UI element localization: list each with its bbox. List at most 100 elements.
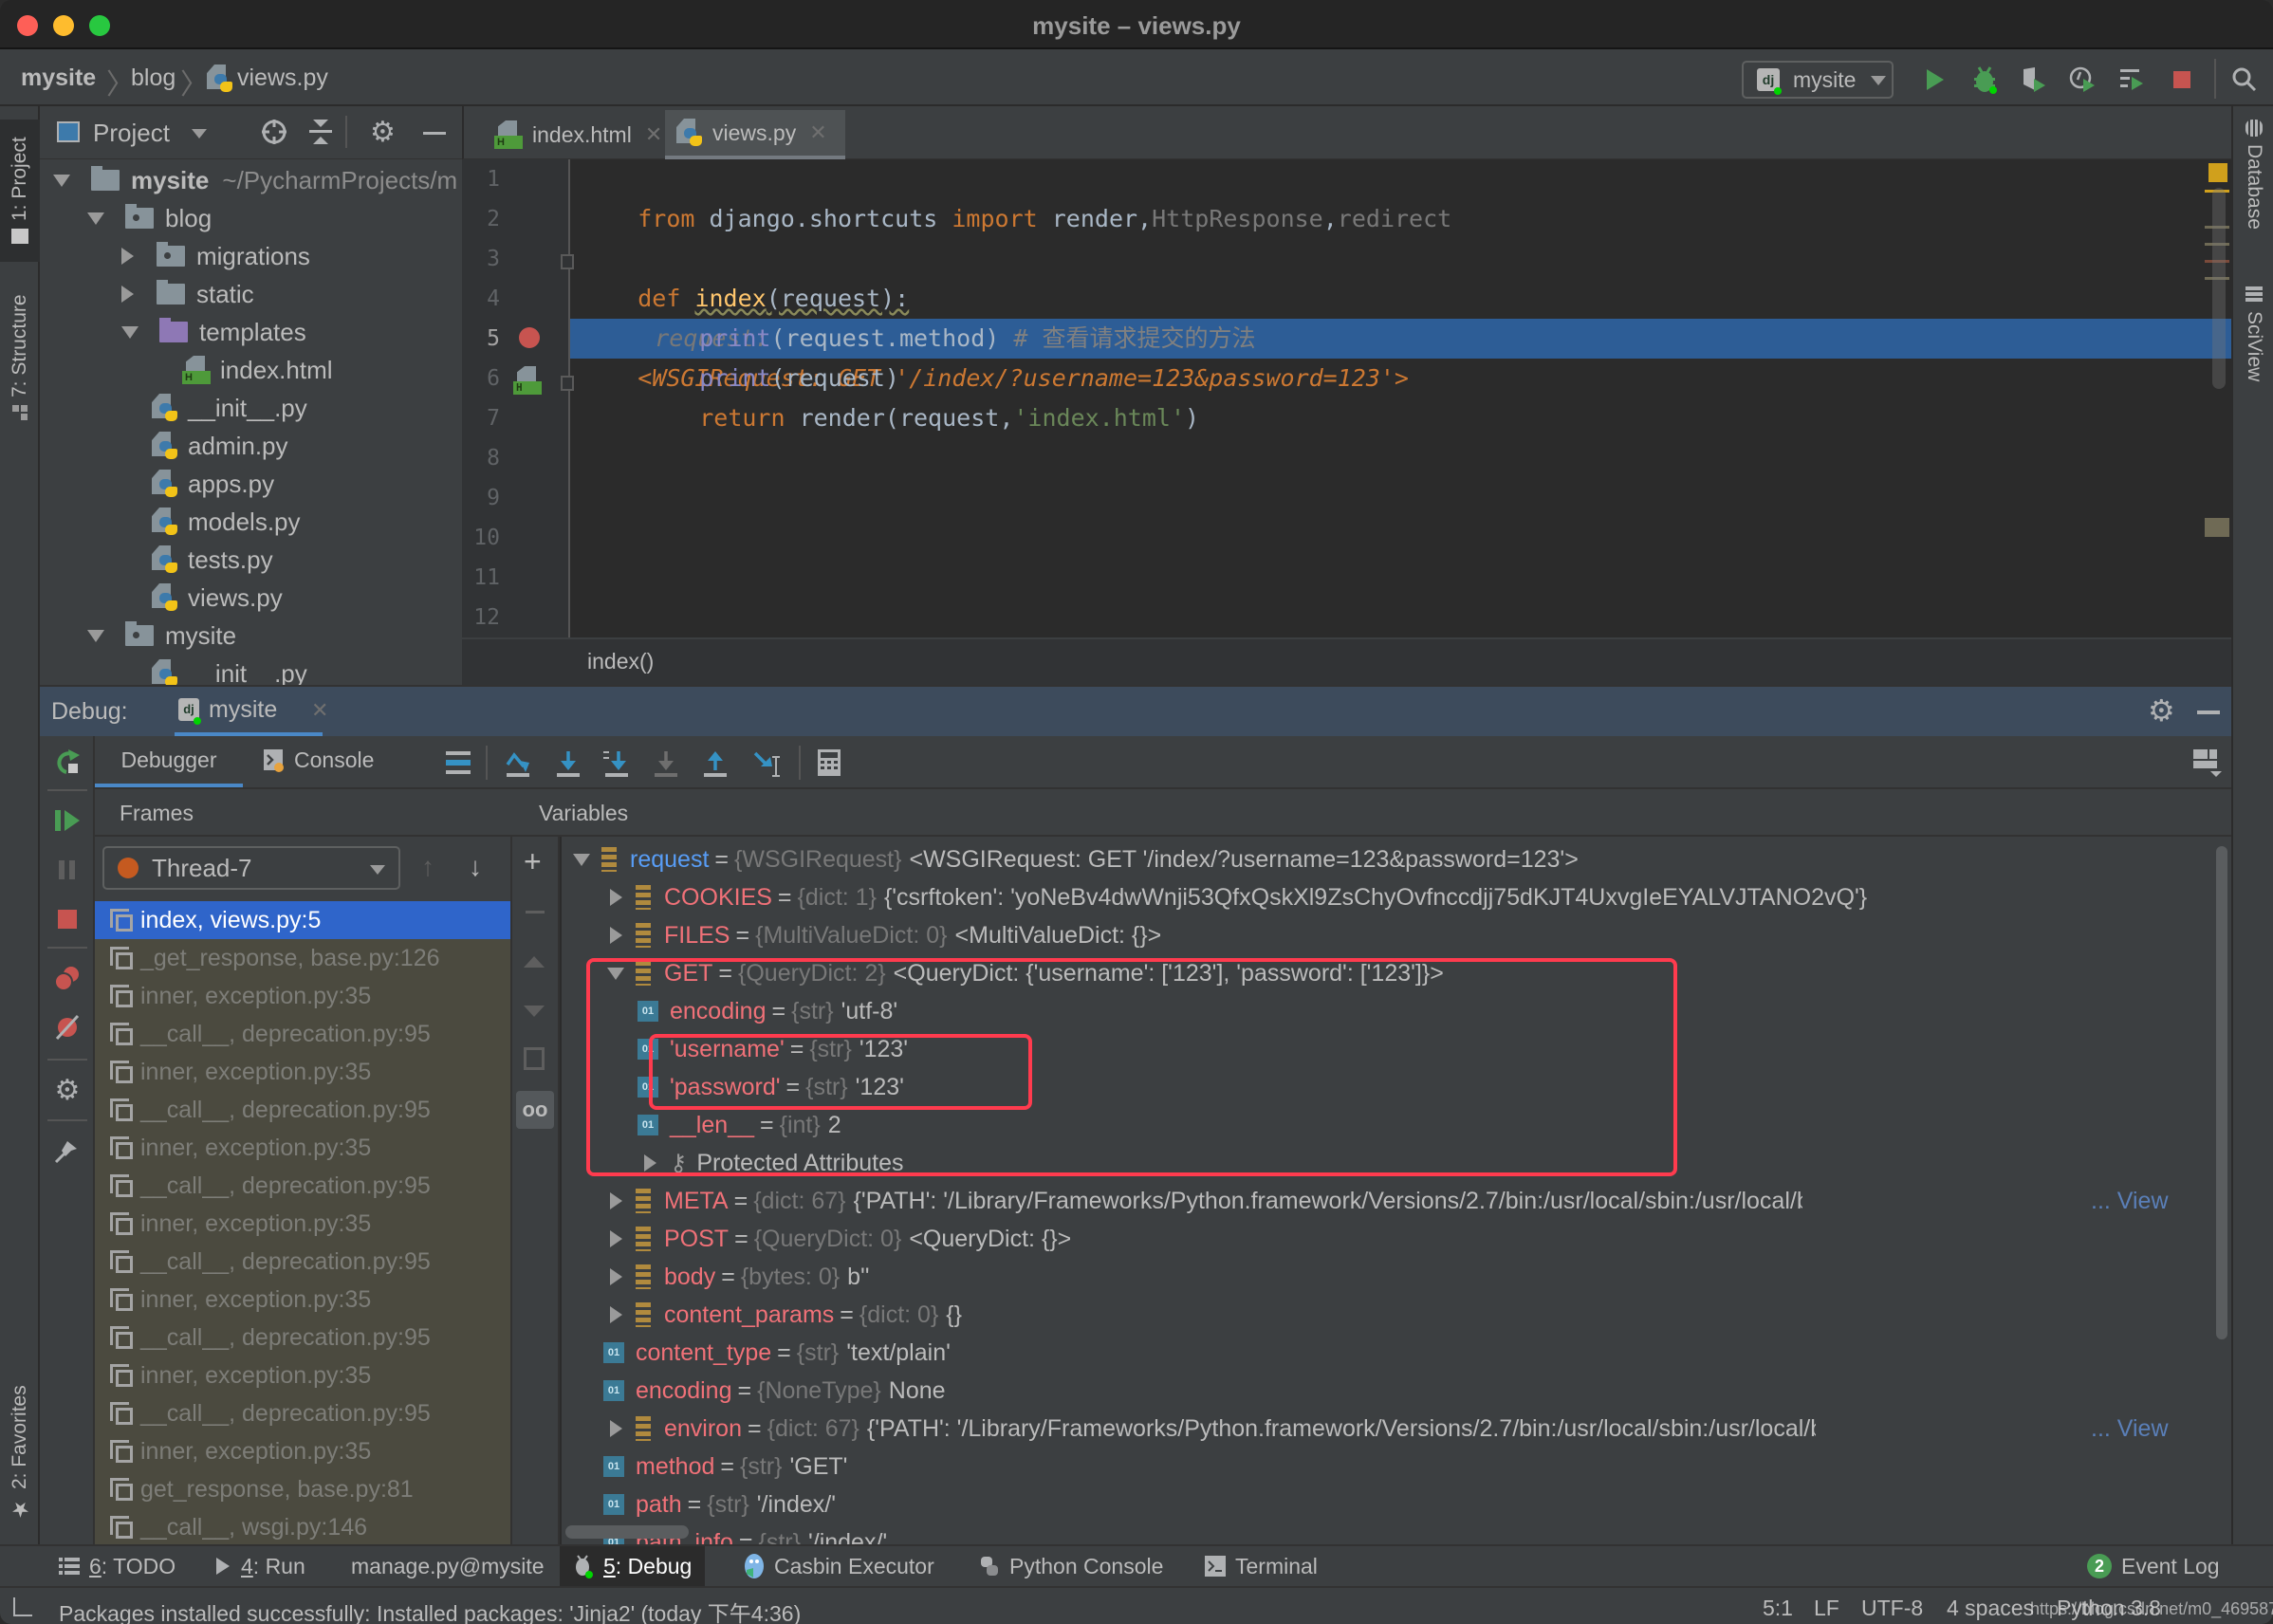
variables-hscrollbar[interactable] (565, 1525, 689, 1539)
file-encoding[interactable]: UTF-8 (1861, 1596, 1923, 1621)
tool-manage-py[interactable]: manage.py@mysite (351, 1546, 545, 1586)
fold-icon[interactable] (561, 376, 574, 391)
pause-button[interactable] (49, 852, 85, 888)
step-over-button[interactable] (505, 749, 533, 784)
stop-button[interactable] (2165, 63, 2199, 97)
toggle-tool-windows-icon[interactable] (13, 1597, 32, 1616)
expand-arrow-icon[interactable] (603, 927, 628, 944)
mute-breakpoints-button[interactable] (49, 1009, 85, 1045)
previous-frame-button[interactable]: ↑ (421, 852, 434, 882)
status-message[interactable]: Packages installed successfully: Install… (59, 1596, 801, 1624)
expand-arrow-icon[interactable] (603, 1268, 628, 1285)
gear-icon[interactable]: ⚙ (2148, 692, 2175, 729)
run-configuration-select[interactable]: dj mysite (1742, 61, 1894, 99)
tool-tab-project[interactable]: 1: Project (0, 120, 40, 262)
chevron-down-icon[interactable] (192, 129, 207, 138)
tree-item-mysite-root[interactable]: mysite ~/PycharmProjects/m (53, 161, 457, 199)
variable-row[interactable]: COOKIES = {dict: 1} {'csrftoken': 'yoNeBv4d… (603, 878, 1867, 916)
collapse-all-button[interactable] (307, 118, 334, 153)
frame-item[interactable]: __call__, wsgi.py:146 (95, 1508, 510, 1544)
step-out-button[interactable] (702, 749, 729, 784)
tab-debugger[interactable]: Debugger (95, 736, 243, 787)
expand-arrow-icon[interactable] (603, 1230, 628, 1247)
view-breakpoints-button[interactable] (49, 960, 85, 996)
tree-item-init-py[interactable]: __init__.py (152, 655, 307, 685)
tree-item-init-py[interactable]: __init__.py (152, 389, 307, 427)
tool-tab-structure[interactable]: 7: Structure (0, 277, 40, 438)
tree-item-admin-py[interactable]: admin.py (152, 427, 288, 465)
frame-item[interactable]: __call__, deprecation.py:95 (95, 1319, 510, 1356)
move-watch-up-button[interactable] (524, 956, 545, 968)
tool-python-console[interactable]: Python Console (979, 1546, 1163, 1586)
variable-row[interactable]: META = {dict: 67} {'PATH': '/Library/Framew… (603, 1182, 2169, 1220)
tree-item-views-py[interactable]: views.py (152, 579, 283, 617)
editor-gutter[interactable]: 1 2 3 4 5 6 7 8 9 10 11 12 H (462, 159, 574, 637)
frame-item[interactable]: __call__, deprecation.py:95 (95, 1167, 510, 1205)
next-frame-button[interactable]: ↓ (469, 852, 482, 882)
close-tab-icon[interactable]: ✕ (809, 120, 826, 145)
frame-item[interactable]: inner, exception.py:35 (95, 1432, 510, 1470)
debug-button[interactable] (1968, 63, 2002, 97)
expand-arrow-icon[interactable] (121, 325, 139, 339)
tree-item-tests-py[interactable]: tests.py (152, 541, 273, 579)
tool-tab-database[interactable]: Database (2233, 120, 2273, 262)
expand-arrow-icon[interactable] (603, 1306, 628, 1323)
tool-event-log[interactable]: 2 Event Log (2087, 1546, 2220, 1586)
tool-run[interactable]: 4: Run (214, 1546, 305, 1586)
thread-select[interactable]: Thread-7 (102, 846, 400, 890)
tree-item-index-html[interactable]: H index.html (182, 351, 333, 389)
variable-row[interactable]: 01 method = {str} 'GET' (603, 1448, 847, 1486)
variable-row[interactable]: POST = {QueryDict: 0} <QueryDict: {}> (603, 1220, 1071, 1258)
locate-file-button[interactable] (260, 118, 288, 153)
code-editor[interactable]: 1 2 3 4 5 6 7 8 9 10 11 12 H from django.shortcuts … (462, 159, 2231, 637)
breadcrumb-function[interactable]: index() (587, 649, 654, 674)
frame-item[interactable]: inner, exception.py:35 (95, 1281, 510, 1319)
view-full-value-link[interactable]: ... View (2087, 1187, 2169, 1215)
pin-tab-button[interactable] (49, 1133, 85, 1169)
tree-item-migrations[interactable]: migrations (121, 237, 310, 275)
frame-item[interactable]: get_response, base.py:81 (95, 1470, 510, 1508)
variable-row[interactable]: request = {WSGIRequest} <WSGIRequest: GET '… (569, 840, 1579, 878)
evaluate-expression-button[interactable] (818, 749, 841, 783)
tool-tab-favorites[interactable]: ★ 2: Favorites (0, 1368, 40, 1539)
variable-row[interactable]: 01 content_type = {str}'text/plain' (603, 1334, 951, 1372)
frame-item[interactable]: inner, exception.py:35 (95, 1129, 510, 1167)
expand-arrow-icon[interactable] (87, 629, 104, 642)
tool-tab-sciview[interactable]: SciView (2233, 286, 2273, 410)
tool-casbin-executor[interactable]: Casbin Executor (744, 1546, 934, 1586)
breadcrumb-project[interactable]: mysite (21, 65, 96, 92)
variable-row[interactable]: FILES = {MultiValueDict: 0} <MultiValueDict… (603, 916, 1161, 954)
tree-item-blog[interactable]: blog (87, 199, 212, 237)
breakpoint-icon[interactable] (519, 327, 540, 348)
frame-item[interactable]: inner, exception.py:35 (95, 1053, 510, 1091)
tree-item-apps-py[interactable]: apps.py (152, 465, 274, 503)
step-into-button[interactable] (555, 749, 582, 784)
frame-item[interactable]: __call__, deprecation.py:95 (95, 1394, 510, 1432)
variable-row[interactable]: 01 encoding = {NoneType} None (603, 1372, 946, 1410)
indent-setting[interactable]: 4 spaces (1947, 1596, 2034, 1621)
view-full-value-link[interactable]: ... View (2087, 1414, 2169, 1443)
expand-arrow-icon[interactable] (53, 174, 70, 187)
tree-item-models-py[interactable]: models.py (152, 503, 301, 541)
hide-panel-button[interactable] (423, 132, 446, 135)
frame-item[interactable]: inner, exception.py:35 (95, 1205, 510, 1243)
run-with-coverage-button[interactable] (2017, 63, 2051, 97)
debug-session-tab[interactable]: dj mysite ✕ (175, 687, 328, 736)
settings-button[interactable]: ⚙ (49, 1072, 85, 1108)
variable-row[interactable]: content_params = {dict: 0} {} (603, 1296, 962, 1334)
run-to-cursor-button[interactable] (751, 749, 784, 784)
close-tab-icon[interactable]: ✕ (645, 122, 662, 147)
expand-arrow-icon[interactable] (121, 286, 134, 303)
variable-row[interactable]: environ = {dict: 67} {'PATH': '/Library/Fra… (603, 1410, 2169, 1448)
close-session-icon[interactable]: ✕ (311, 698, 328, 723)
remove-watch-button[interactable] (526, 911, 545, 914)
frame-item[interactable]: index, views.py:5 (95, 901, 510, 939)
force-step-into-button[interactable] (653, 749, 679, 784)
expand-arrow-icon[interactable] (569, 853, 594, 866)
expand-arrow-icon[interactable] (603, 1192, 628, 1209)
move-watch-down-button[interactable] (524, 1006, 545, 1017)
layout-settings-button[interactable] (2193, 749, 2222, 784)
tool-todo[interactable]: 6: TODO (59, 1546, 176, 1586)
expand-arrow-icon[interactable] (603, 1420, 628, 1437)
gear-icon[interactable]: ⚙ (370, 116, 396, 149)
